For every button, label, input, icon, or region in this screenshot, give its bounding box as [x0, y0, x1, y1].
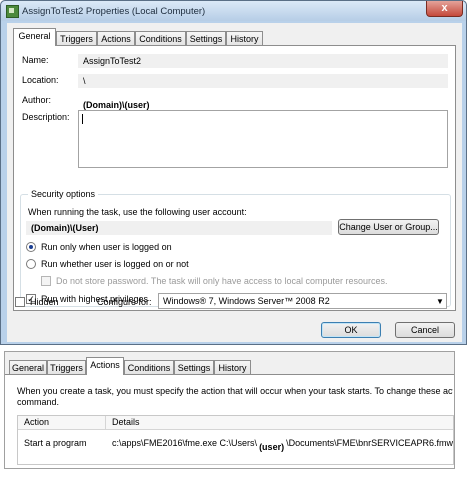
configure-for-value: Windows® 7, Windows Server™ 2008 R2 [163, 296, 330, 306]
configure-for-label: Configure for: [97, 297, 152, 307]
close-icon[interactable]: x [426, 1, 463, 17]
configure-for-dropdown[interactable]: Windows® 7, Windows Server™ 2008 R2 ▼ [158, 293, 447, 309]
tab-triggers[interactable]: Triggers [47, 360, 86, 375]
tab-settings[interactable]: Settings [174, 360, 214, 375]
tab-general[interactable]: General [13, 28, 56, 46]
run-logged-on-label[interactable]: Run only when user is logged on [41, 242, 172, 252]
change-user-button[interactable]: Change User or Group... [338, 219, 439, 235]
actions-info-text: When you create a task, you must specify… [17, 386, 453, 396]
tab-actions[interactable]: Actions [86, 357, 124, 375]
tab-conditions[interactable]: Conditions [124, 360, 174, 375]
window-title: AssignToTest2 Properties (Local Computer… [22, 6, 206, 17]
no-store-password-checkbox[interactable] [41, 276, 51, 286]
author-label: Author: [22, 95, 52, 105]
text-caret [82, 114, 83, 124]
ok-button[interactable]: OK [321, 322, 381, 338]
actions-info-text-2: command. [17, 397, 60, 407]
hidden-checkbox[interactable] [15, 297, 25, 307]
tab-conditions[interactable]: Conditions [135, 31, 186, 46]
run-whether-radio[interactable] [26, 259, 36, 269]
row-details-cell[interactable]: c:\apps\FME2016\fme.exe C:\Users\ (user) \… [112, 438, 453, 452]
tab-general[interactable]: General [9, 360, 47, 375]
cancel-button[interactable]: Cancel [395, 322, 455, 338]
row-action-cell[interactable]: Start a program [24, 438, 87, 448]
run-logged-on-radio[interactable] [26, 242, 36, 252]
title-bar[interactable]: AssignToTest2 Properties (Local Computer… [1, 1, 466, 21]
hidden-label[interactable]: Hidden [30, 297, 59, 307]
task-scheduler-icon [6, 5, 19, 18]
chevron-down-icon[interactable]: ▼ [436, 297, 444, 306]
actions-dialog: General Triggers Actions Conditions Sett… [4, 351, 455, 469]
name-label: Name: [22, 55, 49, 65]
tab-history[interactable]: History [226, 31, 263, 46]
details-user: (user) [259, 442, 285, 452]
description-field[interactable] [78, 110, 448, 168]
general-tab-panel: Name: AssignToTest2 Location: \ Author: … [13, 45, 456, 311]
description-label: Description: [22, 112, 70, 122]
tab-triggers[interactable]: Triggers [56, 31, 97, 46]
dialog-client-area: General Triggers Actions Conditions Sett… [7, 23, 462, 342]
properties-window: AssignToTest2 Properties (Local Computer… [0, 0, 467, 345]
user-account-field: (Domain)\(User) [26, 221, 332, 235]
security-options-label: Security options [28, 189, 99, 199]
location-label: Location: [22, 75, 59, 85]
tab-actions[interactable]: Actions [97, 31, 135, 46]
tab-settings[interactable]: Settings [186, 31, 226, 46]
details-path-part1: c:\apps\FME2016\fme.exe C:\Users\ [112, 438, 258, 448]
column-header-details[interactable]: Details [106, 416, 453, 430]
run-whether-label[interactable]: Run whether user is logged on or not [41, 259, 189, 269]
actions-table: Action Details Start a program c:\apps\F… [17, 415, 454, 465]
actions-tab-panel: When you create a task, you must specify… [5, 374, 454, 468]
details-path-part2: \Documents\FME\bnrSERVICEAPR6.fmw [286, 438, 453, 448]
name-field[interactable]: AssignToTest2 [78, 54, 448, 68]
account-prompt: When running the task, use the following… [28, 207, 247, 217]
column-header-action[interactable]: Action [18, 416, 106, 430]
no-store-password-label: Do not store password. The task will onl… [56, 276, 388, 286]
tab-history[interactable]: History [214, 360, 251, 375]
location-field[interactable]: \ [78, 74, 448, 88]
